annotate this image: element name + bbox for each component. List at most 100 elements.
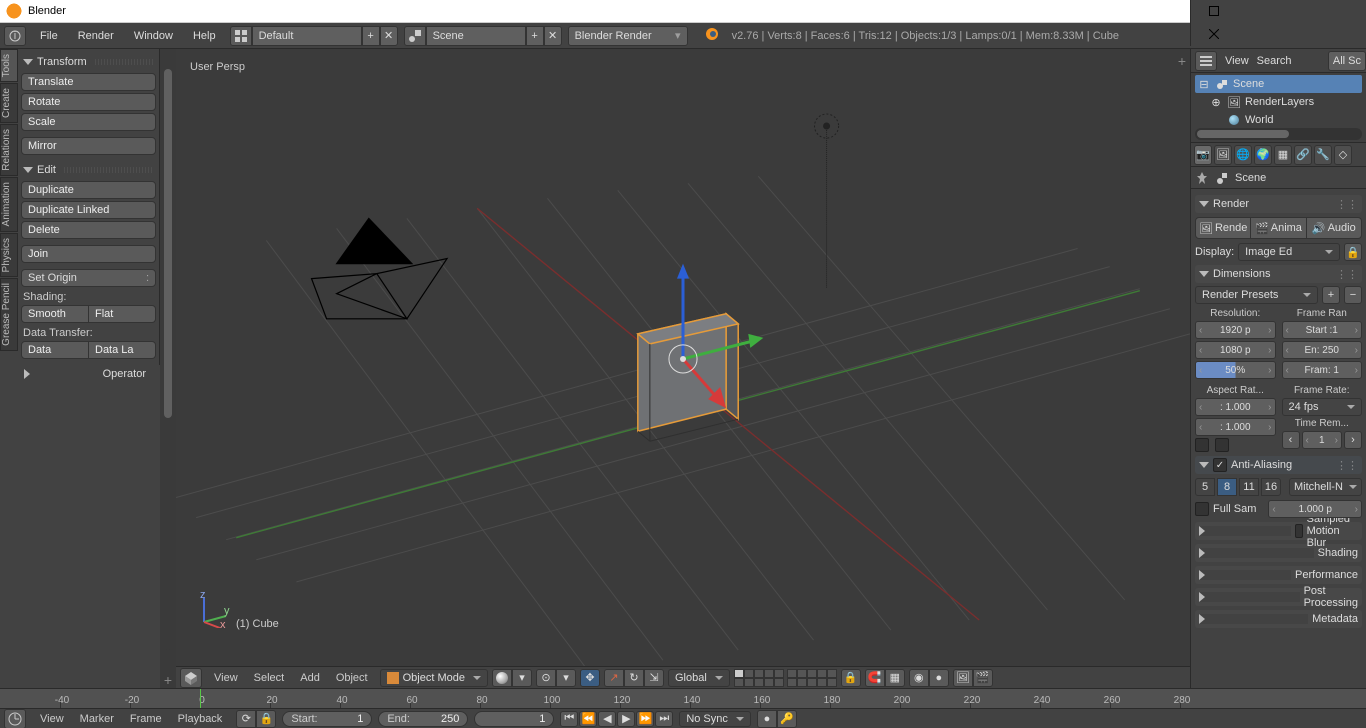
jump-start-icon[interactable]: ⏮ [560, 711, 578, 727]
maximize-button[interactable] [1191, 0, 1236, 23]
menu-help[interactable]: Help [185, 27, 224, 45]
toolshelf-tabs[interactable]: Tools Create Relations Animation Physics… [0, 49, 18, 688]
duplicate-button[interactable]: Duplicate [21, 181, 156, 199]
aa-5[interactable]: 5 [1195, 478, 1215, 496]
aspect-y-field[interactable]: : 1.000 [1195, 418, 1276, 436]
panel-performance[interactable]: Performance [1195, 566, 1362, 584]
view3d-editor-icon[interactable] [180, 668, 202, 688]
menu-render[interactable]: Render [70, 27, 122, 45]
vtab-physics[interactable]: Physics [0, 233, 18, 277]
menu-file[interactable]: File [32, 27, 66, 45]
vtab-grease[interactable]: Grease Pencil [0, 278, 18, 351]
outliner-filter[interactable]: All Sc [1328, 51, 1366, 71]
scene-name[interactable]: Scene [426, 26, 526, 46]
res-pct-field[interactable]: 50% [1195, 361, 1276, 379]
prev-key-icon[interactable]: ⏪ [579, 711, 597, 727]
full-sample-checkbox[interactable] [1195, 502, 1209, 516]
audio-button[interactable]: 🔊Audio [1307, 217, 1362, 239]
outliner-scene-row[interactable]: ⊟Scene [1195, 75, 1362, 93]
timeline-menus[interactable]: View Marker Frame Playback [32, 713, 230, 725]
aa-size-field[interactable]: 1.000 p [1268, 500, 1362, 518]
ptab-scene-icon[interactable]: 🌐 [1234, 145, 1252, 165]
layout-add-button[interactable]: + [362, 26, 380, 46]
lock-camera-icon[interactable]: 🔒 [841, 669, 861, 687]
operator-panel[interactable]: Operator [18, 365, 160, 383]
snap-group[interactable]: 🧲▦ [865, 669, 905, 687]
scene-remove-button[interactable]: ✕ [544, 26, 562, 46]
aa-8[interactable]: 8 [1217, 478, 1237, 496]
panel-post-processing[interactable]: Post Processing [1195, 588, 1362, 606]
menu-window[interactable]: Window [126, 27, 181, 45]
data-layout-button[interactable]: Data La [89, 341, 156, 359]
proportional-edit[interactable]: ◉● [909, 669, 949, 687]
mode-selector[interactable]: Object Mode [380, 669, 488, 687]
aspect-x-field[interactable]: : 1.000 [1195, 398, 1276, 416]
scene-selector[interactable]: Scene + ✕ [404, 26, 562, 46]
outliner-view[interactable]: View [1225, 55, 1249, 67]
vtab-relations[interactable]: Relations [0, 124, 18, 176]
ptab-world-icon[interactable]: 🌍 [1254, 145, 1272, 165]
manipulator-type[interactable]: ↗↻⇲ [604, 669, 664, 687]
display-lock-icon[interactable]: 🔒 [1344, 243, 1362, 261]
render-engine-selector[interactable]: Blender Render▾ [568, 26, 688, 46]
outliner[interactable]: ⊟Scene ⊕🖼RenderLayers World [1191, 73, 1366, 143]
editor-type-icon[interactable]: i [4, 26, 26, 46]
delete-button[interactable]: Delete [21, 221, 156, 239]
join-button[interactable]: Join [21, 245, 156, 263]
aa-11[interactable]: 11 [1239, 478, 1259, 496]
remap-next[interactable]: › [1344, 431, 1362, 449]
smooth-button[interactable]: Smooth [21, 305, 89, 323]
screen-layout-selector[interactable]: Default + ✕ [230, 26, 398, 46]
scene-add-button[interactable]: + [526, 26, 544, 46]
jump-end-icon[interactable]: ⏭ [655, 711, 673, 727]
preset-remove-button[interactable]: − [1344, 286, 1362, 304]
end-frame-field[interactable]: End:250 [378, 711, 468, 727]
panel-metadata[interactable]: Metadata [1195, 610, 1362, 628]
aa-16[interactable]: 16 [1261, 478, 1281, 496]
tl-menu-playback[interactable]: Playback [170, 713, 231, 725]
vmenu-add[interactable]: Add [292, 672, 328, 684]
display-select[interactable]: Image Ed [1238, 243, 1340, 261]
vtab-create[interactable]: Create [0, 83, 18, 123]
current-frame-field[interactable]: 1 [474, 711, 554, 727]
ptab-constraints-icon[interactable]: 🔗 [1294, 145, 1312, 165]
autokey-group[interactable]: ●🔑 [757, 710, 797, 728]
toolshelf-scroll[interactable]: + [160, 49, 176, 688]
outliner-world-row[interactable]: World [1195, 111, 1362, 129]
outliner-search[interactable]: Search [1257, 55, 1292, 67]
orientation-selector[interactable]: Global [668, 669, 730, 687]
tl-menu-frame[interactable]: Frame [122, 713, 170, 725]
scale-button[interactable]: Scale [21, 113, 156, 131]
vmenu-select[interactable]: Select [246, 672, 293, 684]
vtab-tools[interactable]: Tools [0, 49, 18, 82]
next-key-icon[interactable]: ⏩ [636, 711, 654, 727]
tl-menu-marker[interactable]: Marker [72, 713, 122, 725]
pivot-point[interactable]: ⊙▾ [536, 669, 576, 687]
layout-remove-button[interactable]: ✕ [380, 26, 398, 46]
panel-edit[interactable]: Edit [21, 161, 156, 179]
transport-controls[interactable]: ⏮ ⏪ ◀ ▶ ⏩ ⏭ [560, 711, 673, 727]
remap-prev[interactable]: ‹ [1282, 431, 1300, 449]
res-x-field[interactable]: 1920 p [1195, 321, 1276, 339]
ptab-renderlayers-icon[interactable]: 🖼 [1214, 145, 1232, 165]
panel-motion-blur[interactable]: Sampled Motion Blur [1195, 522, 1362, 540]
panel-dimensions[interactable]: Dimensions⋮⋮ [1195, 265, 1362, 283]
render-buttons[interactable]: 🖼🎬 [953, 669, 993, 687]
border-checkbox[interactable] [1195, 438, 1209, 452]
engine-name[interactable]: Blender Render▾ [568, 26, 688, 46]
play-rev-icon[interactable]: ◀ [598, 711, 616, 727]
frame-end-field[interactable]: En: 250 [1282, 341, 1363, 359]
outliner-scrollbar[interactable] [1195, 128, 1362, 140]
tl-toggle-group[interactable]: ⟳🔒 [236, 710, 276, 728]
viewport-3d[interactable]: User Persp [176, 49, 1190, 688]
animation-button[interactable]: 🎬Anima [1251, 217, 1306, 239]
outliner-renderlayers-row[interactable]: ⊕🖼RenderLayers [1195, 93, 1362, 111]
pin-icon[interactable] [1195, 171, 1209, 185]
fps-select[interactable]: 24 fps [1282, 398, 1363, 416]
data-button[interactable]: Data [21, 341, 89, 359]
view3d-menus[interactable]: View Select Add Object [206, 672, 376, 684]
ptab-modifiers-icon[interactable]: 🔧 [1314, 145, 1332, 165]
vmenu-view[interactable]: View [206, 672, 246, 684]
tl-menu-view[interactable]: View [32, 713, 72, 725]
rotate-button[interactable]: Rotate [21, 93, 156, 111]
